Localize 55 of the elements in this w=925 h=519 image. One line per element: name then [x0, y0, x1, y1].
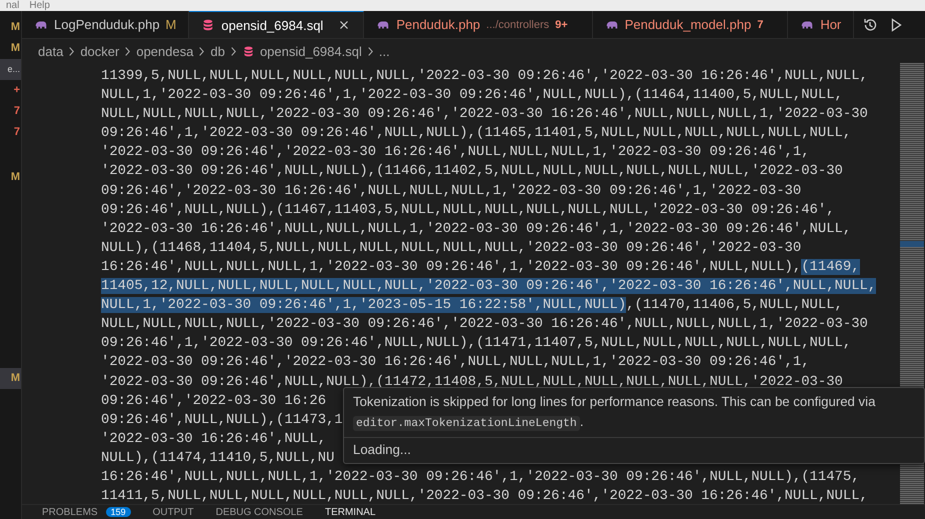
explorer-item[interactable]: e... [0, 59, 21, 80]
code-line: 09:26:46',NULL,NULL),(11467,11403,5,NULL,NULL,NULL,NULL,NULL,NULL,'2022-03-30 09:26:46', [101, 200, 835, 220]
code-line: 09:26:46','2022-03-30 16:26 [101, 392, 326, 411]
code-line: 16:26:46',NULL,NULL,NULL,1,'2022-03-30 09:26:46',1,'2022-03-30 09:26:46',NULL,NULL),(11469, [101, 258, 860, 277]
menu-item[interactable]: Help [29, 1, 50, 11]
code-line: NULL,1,'2022-03-30 09:26:46',1,'2022-03-30 09:26:46',NULL,NULL),(11464,11400,5,NULL,NULL, [101, 86, 843, 106]
code-line: 09:26:46',1,'2022-03-30 09:26:46',NULL,NULL),(11465,11401,5,NULL,NULL,NULL,NULL,NULL,NULL, [101, 124, 852, 144]
history-icon[interactable] [862, 16, 878, 32]
explorer-item[interactable]: M [0, 38, 21, 59]
code-line: '2022-03-30 16:26:46',NULL,NULL,NULL,1,'2022-03-30 09:26:46',1,'2022-03-30 09:26:46',NULL, [101, 220, 852, 239]
panel-tab[interactable]: TERMINAL [324, 506, 376, 518]
loading-text: Loading... [352, 441, 412, 459]
chevron-icon [124, 46, 132, 56]
breadcrumb-item[interactable]: ... [378, 44, 390, 58]
chevron-icon [198, 46, 206, 56]
code-line: NULL),(11468,11404,5,NULL,NULL,NULL,NULL,NULL,NULL,'2022-03-30 09:26:46','2022-03-30 [101, 238, 802, 258]
menu-item[interactable]: nal [6, 1, 20, 11]
panel-tab[interactable]: PROBLEMS [42, 506, 98, 518]
code-line: 09:26:46',1,'2022-03-30 09:26:46',NULL,NULL),(11471,11407,5,NULL,NULL,NULL,NULL,NULL,NULL, [101, 334, 852, 354]
code-line: '2022-03-30 09:26:46','2022-03-30 16:26:46',NULL,NULL,NULL,1,'2022-03-30 09:26:46',1, [101, 353, 810, 372]
code-line: 09:26:46','2022-03-30 16:26:46',NULL,NULL,NULL,1,'2022-03-30 09:26:46',1,'2022-03-30 [101, 182, 802, 201]
explorer-item[interactable]: + [0, 80, 21, 101]
code-line: 16:26:46',NULL,NULL,NULL,1,'2022-03-30 09:26:46',1,'2022-03-30 09:26:46',NULL,NULL),(11475, [101, 468, 860, 487]
editor-tab[interactable]: opensid_6984.sql [189, 11, 364, 38]
code-line: NULL),(11474,11410,5,NULL,NU [101, 448, 334, 468]
breadcrumb-item[interactable]: opensid_6984.sql [260, 44, 362, 58]
breadcrumb-item[interactable]: opendesa [136, 44, 194, 58]
explorer-item[interactable]: 7 [0, 101, 21, 122]
panel-tab[interactable]: OUTPUT [152, 506, 194, 518]
breadcrumb-item[interactable]: docker [80, 44, 120, 58]
code-line: NULL,NULL,NULL,NULL,'2022-03-30 09:26:46','2022-03-30 16:26:46',NULL,NULL,NULL,1,'2022-03-30 [101, 105, 868, 124]
explorer-item[interactable]: M [0, 167, 21, 188]
minimap-selection [900, 241, 924, 247]
chevron-icon [68, 46, 76, 56]
breadcrumb-item[interactable]: db [210, 44, 225, 58]
code-line: 11399,5,NULL,NULL,NULL,NULL,NULL,NULL,'2022-03-30 09:26:46','2022-03-30 16:26:46',NULL,NULL, [101, 67, 868, 86]
explorer-item[interactable]: M [0, 17, 21, 38]
code-line: '2022-03-30 16:26:46',NULL, [101, 430, 326, 449]
panel-tab[interactable]: DEBUG CONSOLE [216, 506, 303, 518]
code-line: '2022-03-30 09:26:46',NULL,NULL),(11472,11408,5,NULL,NULL,NULL,NULL,NULL,NULL,'2022-03-30 [101, 372, 843, 392]
chevron-icon [230, 46, 237, 56]
code-line: '2022-03-30 09:26:46',NULL,NULL),(11466,11402,5,NULL,NULL,NULL,NULL,NULL,NULL,'2022-03-30 [101, 162, 843, 182]
count-badge: 159 [106, 507, 131, 517]
explorer-item[interactable]: 7 [0, 122, 21, 143]
chevron-icon [366, 46, 374, 56]
tooltip-message: Tokenization is skipped for long lines for performance reasons. This can be configured via editor.maxTokenizationLineLength . [352, 393, 876, 433]
explorer-item[interactable]: M [0, 368, 21, 389]
code-line: NULL,NULL,NULL,NULL,'2022-03-30 09:26:46','2022-03-30 16:26:46',NULL,NULL,NULL,1,'2022-03-30 [101, 315, 868, 334]
code-line: 09:26:46',NULL,NULL),(11473,1 [101, 410, 343, 430]
database-icon [201, 18, 216, 32]
database-icon [242, 44, 255, 58]
code-line: 11411,5,NULL,NULL,NULL,NULL,NULL,NULL,'2022-03-30 09:26:46','2022-03-30 16:26:46',NULL,NULL, [101, 487, 868, 504]
breadcrumb-item[interactable]: data [38, 44, 64, 58]
editor-tab[interactable]: Penduduk_model.php 7 [592, 11, 788, 38]
code-line: '2022-03-30 09:26:46','2022-03-30 16:26:46',NULL,NULL,NULL,1,'2022-03-30 09:26:46',1, [101, 143, 810, 162]
